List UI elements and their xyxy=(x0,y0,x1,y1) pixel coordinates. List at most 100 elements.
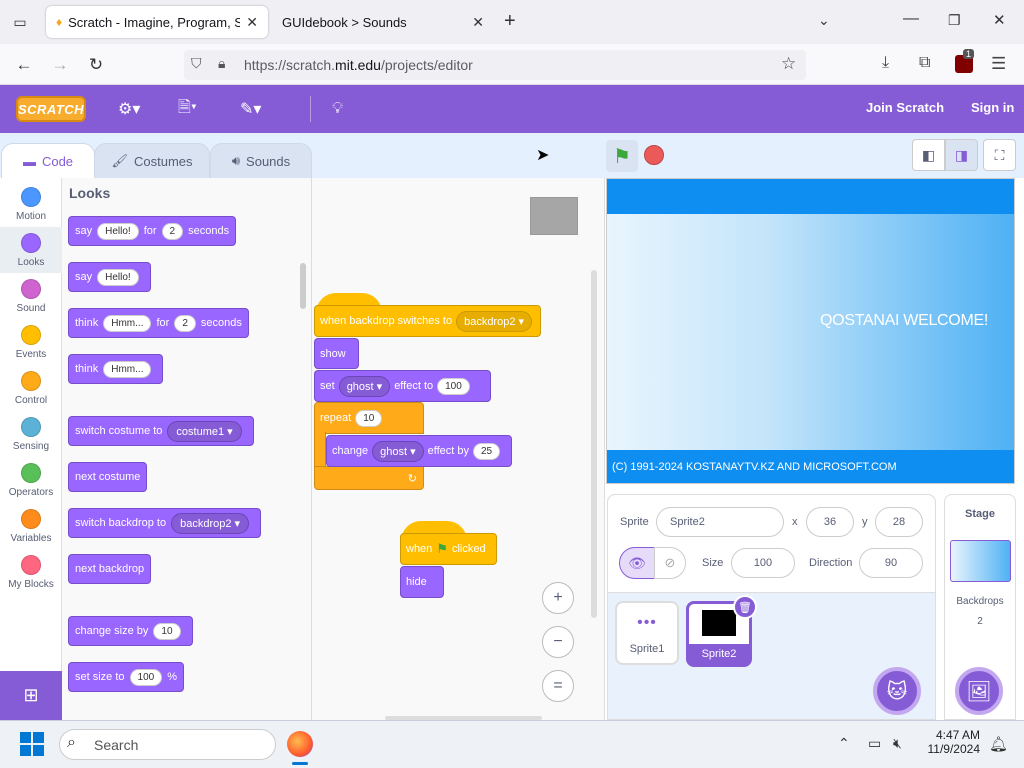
effect-value-input[interactable]: 100 xyxy=(437,377,470,395)
effect-dropdown[interactable]: ghost ▾ xyxy=(372,440,424,462)
forward-icon[interactable]: → xyxy=(47,52,73,78)
chevron-up-icon[interactable]: ⌃ xyxy=(838,735,850,752)
block-when-flag-clicked[interactable]: when ⚑ clicked xyxy=(400,533,497,565)
block-think-for-seconds[interactable]: think Hmm... for 2 seconds xyxy=(68,308,249,338)
lock-icon[interactable]: 🔒︎ xyxy=(218,55,225,72)
green-flag-button[interactable]: ⚑ xyxy=(606,140,638,172)
block-next-costume[interactable]: next costume xyxy=(68,462,148,492)
taskbar-clock[interactable]: 4:47 AM 11/9/2024 xyxy=(920,728,981,756)
normal-stage-button[interactable]: ◨ xyxy=(945,139,978,171)
effect-change-input[interactable]: 25 xyxy=(472,442,501,460)
category-motion[interactable]: Motion xyxy=(0,181,62,227)
settings-gear-icon[interactable]: ⚙▾ xyxy=(118,98,140,120)
choose-sprite-button[interactable]: 🐱︎ xyxy=(873,667,921,715)
block-when-backdrop-switches[interactable]: when backdrop switches to backdrop2 ▾ xyxy=(314,305,541,337)
sprite-name-field[interactable]: Sprite2 xyxy=(656,507,784,537)
category-control[interactable]: Control xyxy=(0,365,62,411)
volume-mute-icon[interactable]: 🔇︎ xyxy=(893,735,902,752)
zoom-out-button[interactable]: − xyxy=(542,626,574,658)
taskbar-search-box[interactable]: Search xyxy=(59,729,276,760)
shield-icon[interactable]: ⛉ xyxy=(191,55,202,72)
block-switch-backdrop[interactable]: switch backdrop to backdrop2 ▾ xyxy=(68,508,262,538)
y-field[interactable]: 28 xyxy=(875,507,923,537)
sign-in-link[interactable]: Sign in xyxy=(971,100,1014,115)
category-operators[interactable]: Operators xyxy=(0,457,62,503)
tab-costumes[interactable]: 🖌︎ Costumes xyxy=(94,143,210,179)
small-stage-button[interactable]: ◧ xyxy=(912,139,945,171)
block-show[interactable]: show xyxy=(314,338,359,369)
zoom-reset-button[interactable]: = xyxy=(542,670,574,702)
fullscreen-button[interactable]: ⛶ xyxy=(983,139,1016,171)
show-sprite-button[interactable]: 👁︎ xyxy=(619,547,655,579)
change-size-input[interactable]: 10 xyxy=(153,622,181,640)
set-size-input[interactable]: 100 xyxy=(129,668,163,686)
category-events[interactable]: Events xyxy=(0,319,62,365)
costume-dropdown[interactable]: costume1 ▾ xyxy=(167,420,242,442)
menu-icon[interactable]: ☰ xyxy=(991,54,1006,74)
add-extension-button[interactable]: ⊞ xyxy=(0,671,62,720)
think-message-input[interactable]: Hmm... xyxy=(103,314,152,332)
stage-canvas[interactable]: QOSTANAI WELCOME! (C) 1991-2024 KOSTANAY… xyxy=(606,178,1015,484)
tab-sounds[interactable]: 🔊︎ Sounds xyxy=(210,143,312,179)
say-message-input[interactable]: Hello! xyxy=(97,268,139,286)
hide-sprite-button[interactable]: ⊘ xyxy=(654,547,686,579)
debug-lightbulb-icon[interactable]: 💡︎ xyxy=(332,98,343,120)
tab-overview-icon[interactable]: ▭ xyxy=(10,12,30,32)
block-change-size[interactable]: change size by 10 xyxy=(68,616,193,646)
size-field[interactable]: 100 xyxy=(731,548,795,578)
block-repeat[interactable]: repeat 10 xyxy=(314,402,424,434)
join-scratch-link[interactable]: Join Scratch xyxy=(866,100,944,115)
list-tabs-icon[interactable]: ⌄ xyxy=(818,12,830,29)
windows-start-icon[interactable] xyxy=(20,732,44,756)
block-next-backdrop[interactable]: next backdrop xyxy=(68,554,152,584)
new-tab-button[interactable]: + xyxy=(504,10,516,33)
file-menu-icon[interactable]: 🗎︎▾ xyxy=(178,98,197,120)
block-change-effect[interactable]: change ghost ▾ effect by 25 xyxy=(326,435,512,467)
downloads-icon[interactable]: ⤓ xyxy=(882,54,889,72)
backdrop-dropdown[interactable]: backdrop2 ▾ xyxy=(171,512,250,534)
close-tab-icon[interactable]: ✕ xyxy=(246,14,258,31)
sprite-tile-sprite1[interactable]: ••• Sprite1 xyxy=(615,601,679,665)
url-bar[interactable]: https://scratch. mit.edu/projects/editor xyxy=(184,50,806,80)
category-sound[interactable]: Sound xyxy=(0,273,62,319)
think-message-input[interactable]: Hmm... xyxy=(103,360,152,378)
direction-field[interactable]: 90 xyxy=(859,548,923,578)
ublock-icon[interactable]: 1 xyxy=(955,49,975,73)
block-set-effect[interactable]: set ghost ▾ effect to 100 xyxy=(314,370,491,402)
block-think[interactable]: think Hmm... xyxy=(68,354,164,384)
notification-bell-icon[interactable]: 🔔︎ xyxy=(989,735,1008,753)
block-set-size[interactable]: set size to 100% xyxy=(68,662,184,692)
stop-button[interactable] xyxy=(644,145,664,165)
back-icon[interactable]: ← xyxy=(11,52,37,78)
script-scrollbar-vertical[interactable] xyxy=(591,270,597,618)
choose-backdrop-button[interactable]: 🖼︎ xyxy=(955,667,1003,715)
backdrop-dropdown[interactable]: backdrop2 ▾ xyxy=(456,310,533,332)
maximize-icon[interactable]: ❐ xyxy=(948,12,961,29)
category-my-blocks[interactable]: My Blocks xyxy=(0,549,62,595)
browser-tab-scratch[interactable]: ♦ Scratch - Imagine, Program, Sh ✕ xyxy=(46,6,268,38)
tab-code[interactable]: ▬ Code xyxy=(1,143,95,179)
network-icon[interactable]: ▭ xyxy=(868,735,881,752)
scratch-logo[interactable]: SCRATCH xyxy=(16,96,86,122)
close-tab-icon[interactable]: ✕ xyxy=(472,14,484,31)
bookmark-star-icon[interactable]: ☆ xyxy=(781,54,796,74)
browser-tab-guidebook[interactable]: GUIdebook > Sounds ✕ xyxy=(272,6,494,38)
delete-sprite-button[interactable]: 🗑︎ xyxy=(733,595,757,619)
block-say-for-seconds[interactable]: say Hello! for 2 seconds xyxy=(68,216,237,246)
close-window-icon[interactable]: ✕ xyxy=(993,11,1006,29)
effect-dropdown[interactable]: ghost ▾ xyxy=(338,375,391,397)
category-looks[interactable]: Looks xyxy=(0,227,62,273)
x-field[interactable]: 36 xyxy=(806,507,854,537)
repeat-count-input[interactable]: 10 xyxy=(355,409,383,427)
category-variables[interactable]: Variables xyxy=(0,503,62,549)
minimize-icon[interactable]: — xyxy=(903,10,919,28)
say-seconds-input[interactable]: 2 xyxy=(161,222,184,240)
zoom-in-button[interactable]: + xyxy=(542,582,574,614)
palette-scrollbar[interactable] xyxy=(300,263,306,309)
think-seconds-input[interactable]: 2 xyxy=(174,314,196,332)
firefox-taskbar-icon[interactable] xyxy=(287,731,313,757)
edit-menu-icon[interactable]: ✎▾ xyxy=(240,98,261,120)
block-hide[interactable]: hide xyxy=(400,566,444,598)
extensions-icon[interactable]: ⧉ xyxy=(919,54,930,72)
block-switch-costume[interactable]: switch costume to costume1 ▾ xyxy=(68,416,254,446)
